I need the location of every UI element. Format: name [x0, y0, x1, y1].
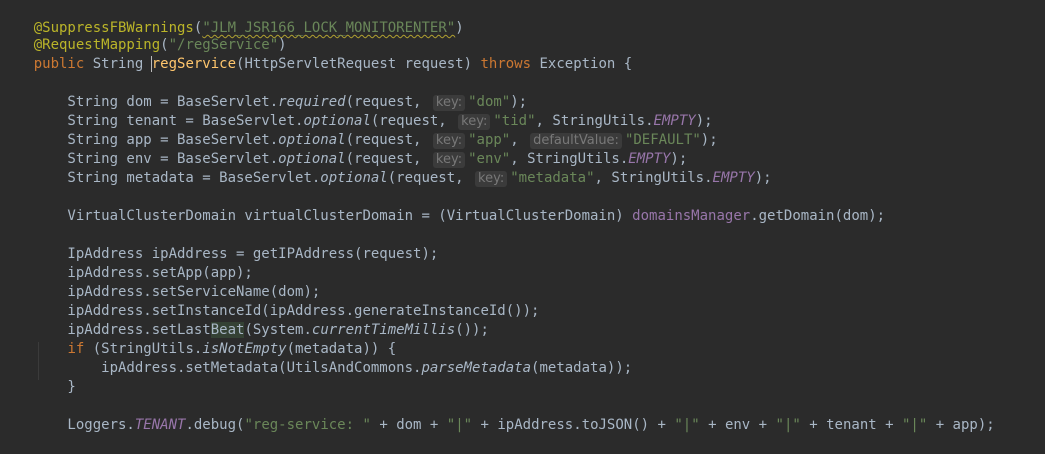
code-line-2[interactable]: @RequestMapping("/regService")	[0, 17, 287, 53]
code-line-14[interactable]: ipAddress.setApp(app);	[0, 245, 252, 281]
code-text: }	[33, 379, 76, 395]
code-text: , StringUtils.	[594, 170, 713, 186]
paren: )	[455, 20, 464, 36]
code-editor[interactable]: @SuppressFBWarnings("JLM_JSR166_LOCK_MON…	[0, 0, 1045, 433]
code-line-16[interactable]: ipAddress.setInstanceId(ipAddress.genera…	[0, 283, 539, 319]
code-line-11[interactable]: VirtualClusterDomain virtualClusterDomai…	[0, 188, 885, 224]
code-line-15[interactable]: ipAddress.setServiceName(dom);	[0, 264, 320, 300]
code-line-7[interactable]: String app = BaseServlet.optional(reques…	[0, 112, 718, 149]
code-line-13[interactable]: IpAddress ipAddress = getIPAddress(reque…	[0, 226, 438, 262]
string-literal: "|"	[901, 417, 928, 433]
static-constant: EMPTY	[712, 170, 755, 186]
code-line-8[interactable]: String env = BaseServlet.optional(reques…	[0, 131, 687, 168]
keyword-throws: throws	[480, 56, 532, 72]
string-literal: "|"	[446, 417, 473, 433]
method-params: (HttpServletRequest request)	[236, 56, 481, 72]
code-text: + dom +	[370, 417, 447, 433]
code-text: + env +	[699, 417, 776, 433]
code-text: VirtualClusterDomain virtualClusterDomai…	[33, 208, 633, 224]
field-reference: domainsManager	[632, 208, 751, 224]
keyword-public: public	[33, 56, 85, 72]
code-line-20[interactable]: }	[0, 359, 75, 395]
param-hint-key: key:	[475, 171, 508, 187]
static-constant: TENANT	[134, 417, 186, 433]
code-line-9[interactable]: String metadata = BaseServlet.optional(r…	[0, 150, 772, 187]
code-text: (metadata));	[531, 360, 633, 376]
code-line-18[interactable]: if (StringUtils.isNotEmpty(metadata)) {	[0, 321, 396, 357]
code-text: String metadata = BaseServlet.	[33, 170, 321, 186]
code-line-17[interactable]: ipAddress.setLastBeat(System.currentTime…	[0, 302, 489, 338]
code-text: + tenant +	[800, 417, 902, 433]
string-literal: "|"	[674, 417, 700, 433]
code-text: );	[700, 132, 718, 148]
code-text: ());	[455, 322, 489, 338]
code-text: (request,	[387, 170, 473, 186]
static-method: optional	[320, 170, 388, 186]
code-text: .getDomain(dom);	[750, 208, 886, 224]
code-text: );	[754, 170, 772, 186]
string-literal: "reg-service: "	[244, 417, 371, 433]
code-text: Loggers.	[33, 417, 135, 433]
code-line-22[interactable]: Loggers.TENANT.debug("reg-service: " + d…	[0, 397, 994, 433]
string-literal: "metadata"	[510, 170, 595, 186]
code-line-6[interactable]: String tenant = BaseServlet.optional(req…	[0, 93, 713, 130]
return-type: String	[84, 56, 152, 72]
code-text: ipAddress.setMetadata(UtilsAndCommons.	[33, 360, 422, 376]
code-text: + ipAddress.toJSON() +	[472, 417, 675, 433]
code-text: + app);	[927, 417, 995, 433]
method-name: regService	[151, 56, 237, 72]
code-text: .debug(	[185, 417, 245, 433]
static-method: parseMetadata	[421, 360, 532, 376]
code-line-3[interactable]: public String regService(HttpServletRequ…	[0, 36, 632, 72]
code-line-19[interactable]: ipAddress.setMetadata(UtilsAndCommons.pa…	[0, 340, 632, 376]
exception-type: Exception {	[531, 56, 633, 72]
code-line-5[interactable]: String dom = BaseServlet.required(reques…	[0, 74, 527, 111]
string-literal: "|"	[775, 417, 801, 433]
